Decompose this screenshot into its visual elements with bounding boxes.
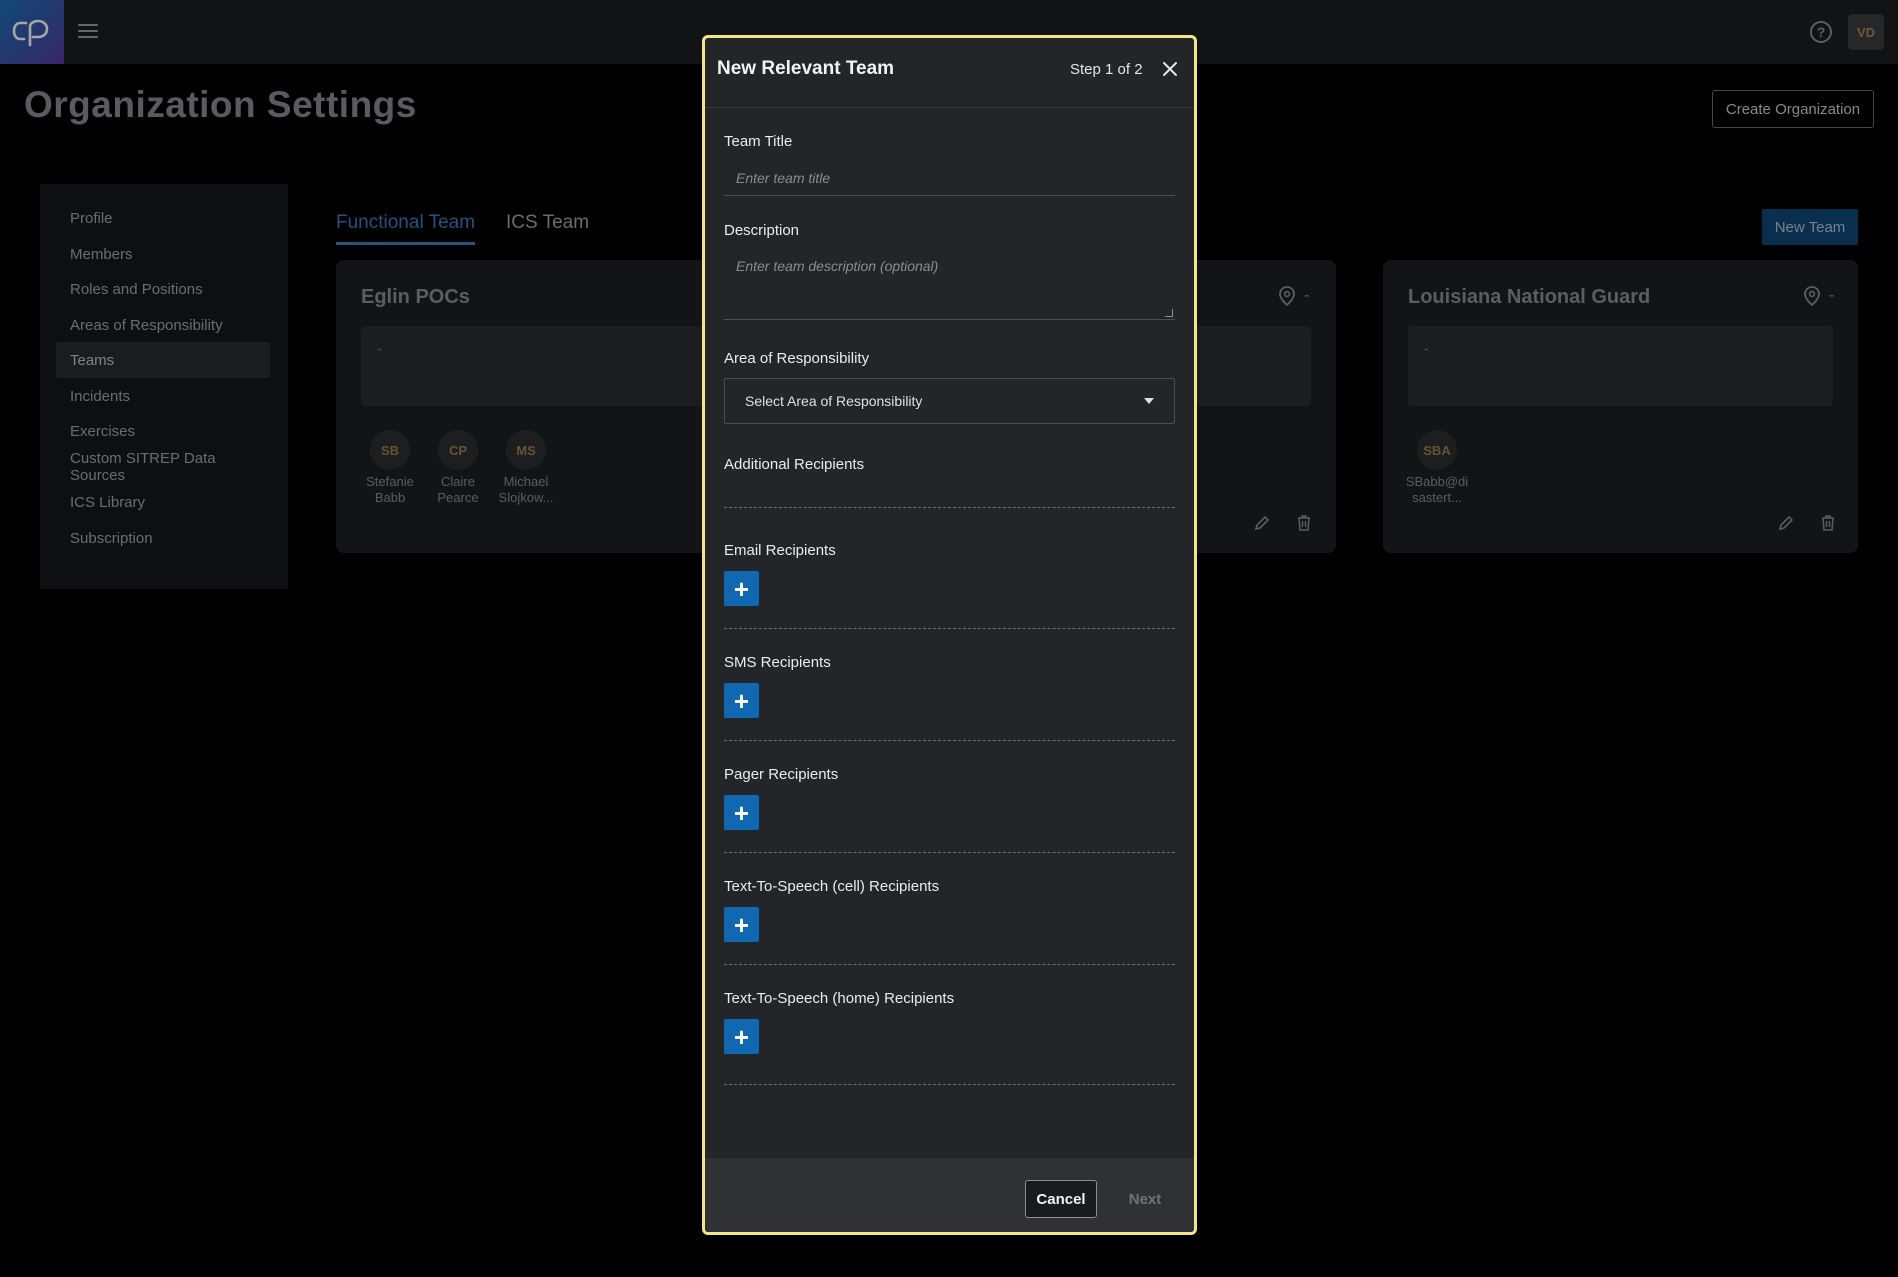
add-sms-recipient-button[interactable]: + bbox=[724, 683, 759, 718]
sms-recipients-label: SMS Recipients bbox=[724, 654, 831, 671]
close-icon[interactable] bbox=[1157, 56, 1183, 82]
divider bbox=[724, 852, 1175, 853]
add-email-recipient-button[interactable]: + bbox=[724, 571, 759, 606]
resize-handle-icon[interactable] bbox=[1165, 309, 1173, 317]
next-button[interactable]: Next bbox=[1111, 1180, 1179, 1218]
aor-label: Area of Responsibility bbox=[724, 350, 870, 367]
team-title-label: Team Title bbox=[724, 133, 793, 150]
add-pager-recipient-button[interactable]: + bbox=[724, 795, 759, 830]
divider bbox=[724, 628, 1175, 629]
pager-recipients-label: Pager Recipients bbox=[724, 766, 839, 783]
chevron-down-icon bbox=[1144, 398, 1154, 404]
tts-home-recipients-label: Text-To-Speech (home) Recipients bbox=[724, 990, 955, 1007]
add-tts-cell-recipient-button[interactable]: + bbox=[724, 907, 759, 942]
new-team-modal: New Relevant Team Step 1 of 2 Team Title… bbox=[702, 35, 1197, 1235]
divider bbox=[724, 740, 1175, 741]
description-label: Description bbox=[724, 222, 800, 239]
modal-footer: Cancel Next bbox=[705, 1158, 1194, 1232]
aor-select-value: Select Area of Responsibility bbox=[745, 393, 923, 409]
modal-header: New Relevant Team Step 1 of 2 bbox=[705, 38, 1194, 108]
email-recipients-label: Email Recipients bbox=[724, 542, 836, 559]
modal-title: New Relevant Team bbox=[717, 58, 895, 79]
additional-recipients-label: Additional Recipients bbox=[724, 456, 865, 473]
description-placeholder: Enter team description (optional) bbox=[736, 258, 939, 274]
divider bbox=[724, 964, 1175, 965]
description-textarea[interactable]: Enter team description (optional) bbox=[724, 248, 1175, 320]
divider bbox=[724, 1084, 1175, 1085]
aor-select[interactable]: Select Area of Responsibility bbox=[724, 378, 1175, 424]
tts-cell-recipients-label: Text-To-Speech (cell) Recipients bbox=[724, 878, 940, 895]
team-title-input[interactable]: Enter team title bbox=[724, 160, 1175, 196]
add-tts-home-recipient-button[interactable]: + bbox=[724, 1019, 759, 1054]
divider bbox=[724, 507, 1175, 508]
cancel-button[interactable]: Cancel bbox=[1025, 1180, 1097, 1218]
step-indicator: Step 1 of 2 bbox=[1070, 61, 1143, 78]
